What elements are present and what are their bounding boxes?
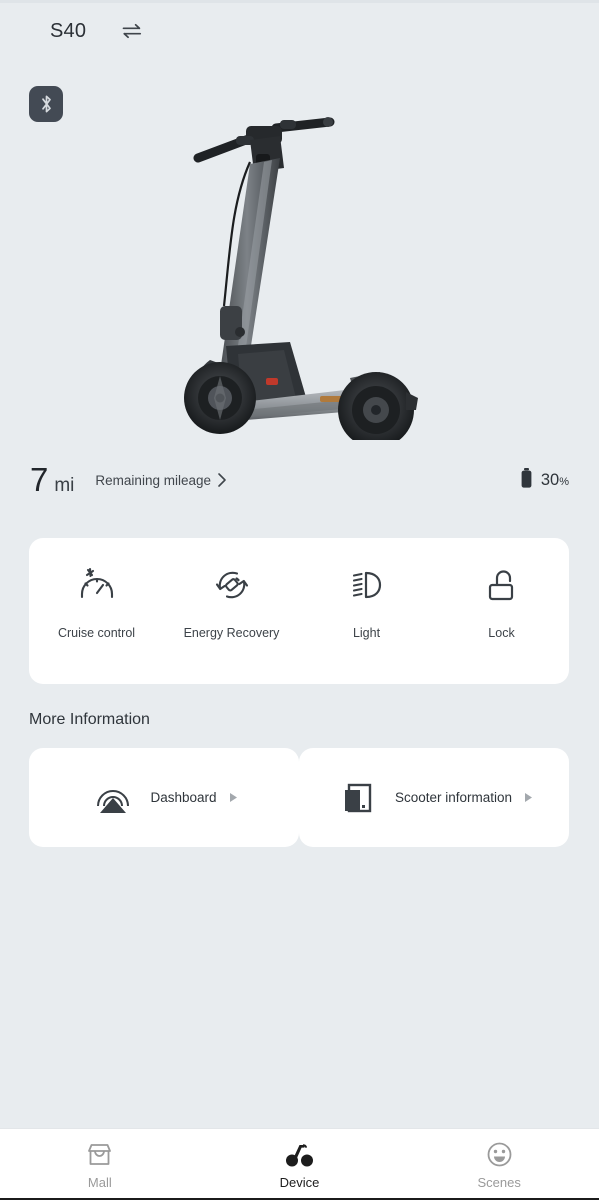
battery-icon [520, 467, 533, 494]
device-detail-screen: S40 7 mi Remaining mileage 30% Cruise co… [0, 0, 599, 1200]
more-information-row: Dashboard Scooter information [29, 748, 569, 847]
tab-label: Device [279, 1174, 320, 1190]
battery-percent: 30% [540, 470, 569, 489]
mileage-value: 7 [30, 461, 49, 498]
status-row: 7 mi Remaining mileage 30% [0, 455, 599, 505]
page-title: S40 [50, 19, 87, 42]
tab-mall[interactable]: Mall [0, 1140, 200, 1190]
triangle-right-icon [524, 792, 533, 803]
control-label: Lock [488, 626, 515, 640]
lock-button[interactable]: Lock [434, 538, 569, 640]
energy-recovery-button[interactable]: Energy Recovery [164, 538, 299, 640]
app-header: S40 [0, 0, 599, 62]
switch-device-icon[interactable] [118, 17, 146, 45]
mileage-unit: mi [54, 475, 75, 496]
headlight-icon [346, 562, 388, 608]
info-card-label: Dashboard [150, 790, 217, 805]
control-label: Cruise control [57, 626, 136, 640]
smiley-face-icon [486, 1140, 513, 1170]
more-information-title: More Information [29, 711, 150, 728]
scooter-information-card[interactable]: Scooter information [299, 748, 569, 847]
info-card-label: Scooter information [394, 790, 513, 805]
status-bar-divider [0, 0, 599, 3]
tab-scenes[interactable]: Scenes [399, 1140, 599, 1190]
unlocked-padlock-icon [481, 562, 523, 608]
remaining-mileage-label: Remaining mileage [95, 472, 211, 488]
tab-label: Mall [87, 1174, 112, 1190]
dashboard-card[interactable]: Dashboard [29, 748, 299, 847]
dashboard-gauge-icon [90, 775, 136, 821]
store-icon [86, 1140, 113, 1170]
remaining-mileage-link[interactable]: Remaining mileage [95, 472, 227, 488]
quick-controls-card: Cruise control Energy Recovery Light Loc… [29, 538, 569, 684]
electric-scooter-product-image [0, 105, 599, 445]
tab-device[interactable]: Device [200, 1140, 400, 1190]
tab-label: Scenes [477, 1174, 521, 1190]
energy-recovery-icon [211, 562, 253, 608]
chevron-right-icon [217, 472, 227, 488]
control-label: Light [352, 626, 381, 640]
control-label: Energy Recovery [183, 626, 280, 640]
triangle-right-icon [229, 792, 238, 803]
speedometer-icon [76, 562, 118, 608]
light-button[interactable]: Light [299, 538, 434, 640]
battery-status: 30% [520, 467, 569, 494]
cruise-control-button[interactable]: Cruise control [29, 538, 164, 640]
scooter-info-icon [335, 775, 381, 821]
scooter-icon [284, 1140, 316, 1170]
remaining-mileage-value-group: 7 mi [30, 463, 74, 497]
bottom-navigation: Mall Device Scenes [0, 1128, 599, 1200]
